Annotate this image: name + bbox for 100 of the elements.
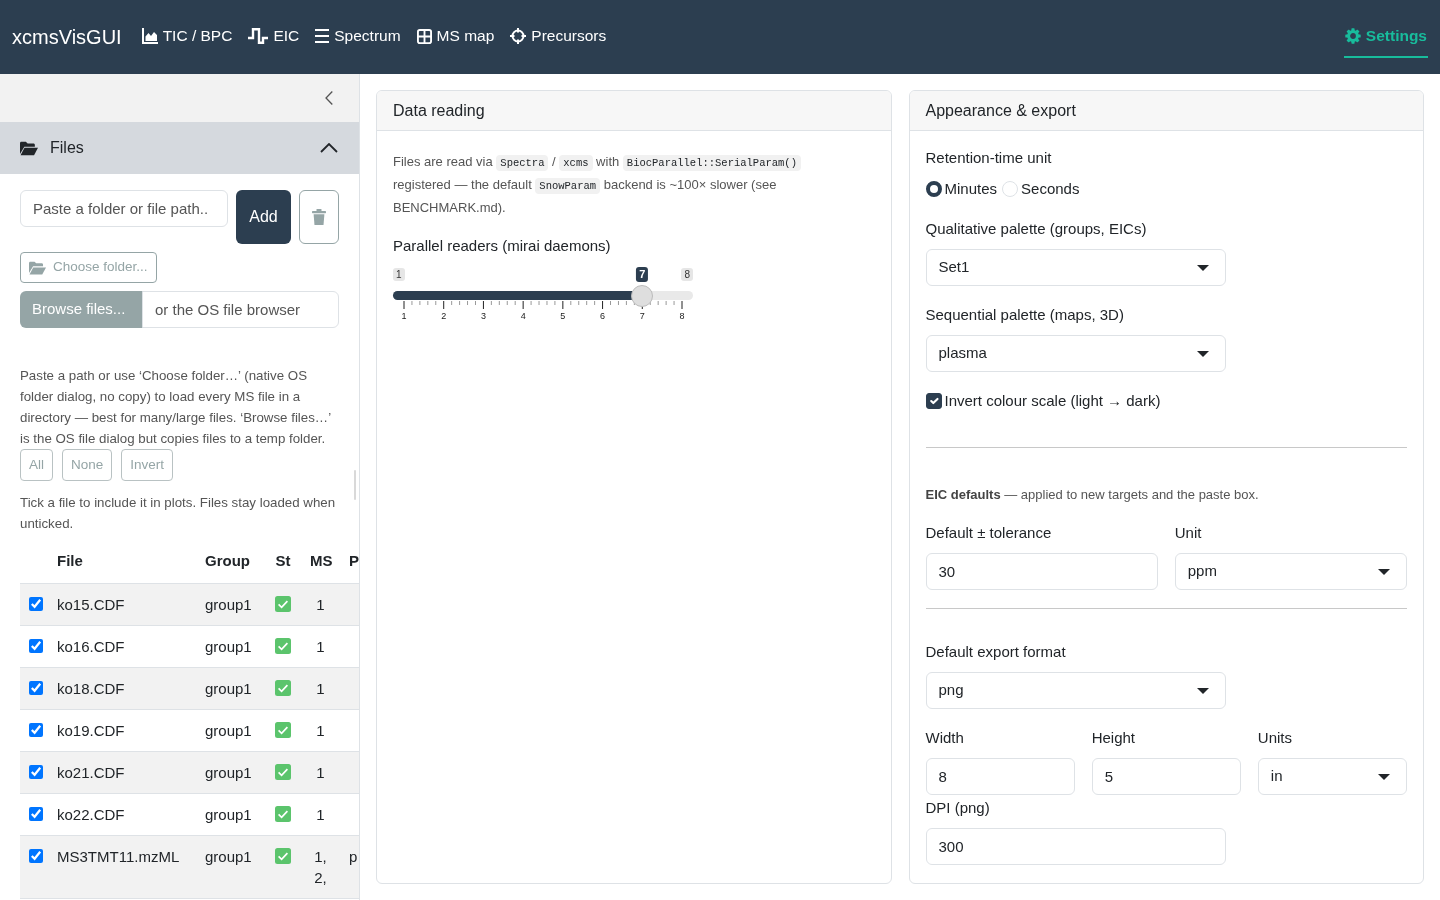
- field-label: DPI (png): [925, 798, 991, 818]
- description-text: Files are read via Spectra / xcms with BiocParallel::SerialParam() registered — the default SnowParam backend is ~100× slower (see BENCHMARK.md).: [393, 151, 823, 218]
- field-label: Height: [1091, 728, 1137, 748]
- row-checkbox[interactable]: [29, 680, 43, 695]
- radio-button[interactable]: [925, 181, 942, 197]
- column-header: File: [48, 540, 196, 583]
- table-cell: ko18.CDF: [48, 667, 196, 709]
- row-checkbox[interactable]: [29, 848, 43, 863]
- field-label: Retention-time unit: [925, 148, 1053, 168]
- text-input[interactable]: 8: [925, 758, 1075, 795]
- min-label: 1: [393, 268, 405, 281]
- text-input[interactable]: 300: [925, 828, 1226, 865]
- table-cell: group1: [196, 709, 265, 751]
- row-checkbox[interactable]: [29, 806, 43, 821]
- field-label: Qualitative palette (groups, EICs): [925, 219, 1148, 239]
- slider[interactable]: [393, 285, 693, 307]
- help-text: Paste a path or use ‘Choose folder…’ (native OS folder dialog, no copy) to load every MS file in a directory — best for many/large files. ‘Browse files…’ is the OS file dialog but copies files to a temp folder.: [20, 367, 332, 448]
- table-cell: ko16.CDF: [48, 625, 196, 667]
- table-cell: 1, 2,: [301, 835, 340, 898]
- column-header: St: [265, 540, 301, 583]
- table-cell: ko21.CDF: [48, 751, 196, 793]
- field-label: Sequential palette (maps, 3D): [925, 305, 1125, 325]
- tick-label: 1: [401, 311, 407, 321]
- table-cell: 1: [301, 667, 340, 709]
- tick-label: 8: [679, 311, 685, 321]
- table-cell: p: [340, 835, 359, 898]
- field-label: Units: [1257, 728, 1294, 748]
- checkbox[interactable]: [925, 393, 942, 409]
- nav-tab[interactable]: Settings: [1343, 16, 1428, 58]
- field-label: Default ± tolerance: [925, 523, 1053, 543]
- app-title: xcmsVisGUI: [12, 25, 122, 50]
- slider-thumb[interactable]: [631, 285, 654, 307]
- crosshair-icon: [510, 28, 527, 44]
- tick-label: 5: [560, 311, 566, 321]
- field-label: Default export format: [925, 642, 1067, 662]
- table-cell: 1: [301, 793, 340, 835]
- nav-tab[interactable]: TIC / BPC: [140, 16, 234, 58]
- note-text: EIC defaults — applied to new targets and the paste box.: [925, 486, 1260, 504]
- option-label[interactable]: Minutes: [944, 178, 998, 200]
- column-header: P: [340, 540, 359, 583]
- folder-open-icon: [20, 140, 38, 156]
- text-input[interactable]: 30: [925, 553, 1158, 590]
- nav-tab[interactable]: Spectrum: [314, 16, 402, 58]
- caret-down-icon: [1196, 350, 1209, 357]
- table-cell: 1: [301, 751, 340, 793]
- folder-open-icon: [29, 260, 46, 275]
- nav-tab[interactable]: MS map: [415, 16, 496, 58]
- delete-button[interactable]: [299, 190, 339, 244]
- dropdown-select[interactable]: in: [1257, 758, 1407, 795]
- option-label[interactable]: Seconds: [1021, 178, 1080, 200]
- table-cell: group1: [196, 793, 265, 835]
- table-cell: 1: [301, 583, 340, 625]
- table-cell: group1: [196, 667, 265, 709]
- nav-tab[interactable]: Precursors: [509, 16, 608, 58]
- table-cell: 1: [301, 709, 340, 751]
- tick-label: 6: [600, 311, 606, 321]
- caret-down-icon: [1378, 568, 1390, 575]
- table-cell: group1: [196, 625, 265, 667]
- table-cell: group1: [196, 751, 265, 793]
- gear-icon: [1344, 28, 1361, 44]
- dropdown-select[interactable]: png: [925, 672, 1226, 709]
- column-header: MS: [301, 540, 340, 583]
- list-icon: [315, 29, 330, 43]
- tick-label: 4: [520, 311, 526, 321]
- dropdown-select[interactable]: plasma: [925, 335, 1226, 372]
- file-name-field[interactable]: or the OS file browser: [142, 291, 339, 328]
- row-checkbox[interactable]: [29, 722, 43, 737]
- dropdown-select[interactable]: ppm: [1174, 553, 1407, 590]
- table-cell: 1: [301, 625, 340, 667]
- table-cell: MS3TMT11.mzML: [48, 835, 196, 898]
- chevron-left-icon[interactable]: [325, 91, 333, 105]
- dropdown-select[interactable]: Set1: [925, 249, 1226, 286]
- nav-tab[interactable]: EIC: [247, 16, 301, 58]
- field-label: Unit: [1174, 523, 1203, 543]
- grid-icon: [416, 28, 432, 44]
- path-input[interactable]: Paste a folder or file path..: [20, 190, 228, 227]
- trash-icon: [312, 209, 326, 225]
- slider-label: Parallel readers (mirai daemons): [393, 236, 612, 256]
- card-header: Data reading: [377, 91, 891, 131]
- tick-label: 3: [480, 311, 486, 321]
- pulse-wave-icon: [248, 28, 269, 44]
- card-header: Appearance & export: [909, 91, 1423, 131]
- value-badge: 7: [636, 267, 649, 282]
- caret-down-icon: [1196, 687, 1209, 694]
- tick-label: 7: [639, 311, 645, 321]
- table-cell: group1: [196, 583, 265, 625]
- area-chart-icon: [141, 28, 158, 44]
- scrollbar-thumb[interactable]: [354, 470, 356, 500]
- files-accordion-header[interactable]: Files: [0, 122, 359, 174]
- hint-text: Tick a file to include it in plots. Files stay loaded when unticked.: [20, 494, 337, 533]
- column-header: Group: [196, 540, 265, 583]
- row-checkbox[interactable]: [29, 764, 43, 779]
- row-checkbox[interactable]: [29, 596, 43, 611]
- checkbox-label[interactable]: Invert colour scale (light → dark): [944, 389, 1161, 413]
- row-checkbox[interactable]: [29, 638, 43, 653]
- table-cell: ko22.CDF: [48, 793, 196, 835]
- tick-label: 2: [441, 311, 447, 321]
- text-input[interactable]: 5: [1091, 758, 1241, 795]
- add-button[interactable]: Add: [236, 190, 291, 244]
- table-cell: group1: [196, 835, 265, 898]
